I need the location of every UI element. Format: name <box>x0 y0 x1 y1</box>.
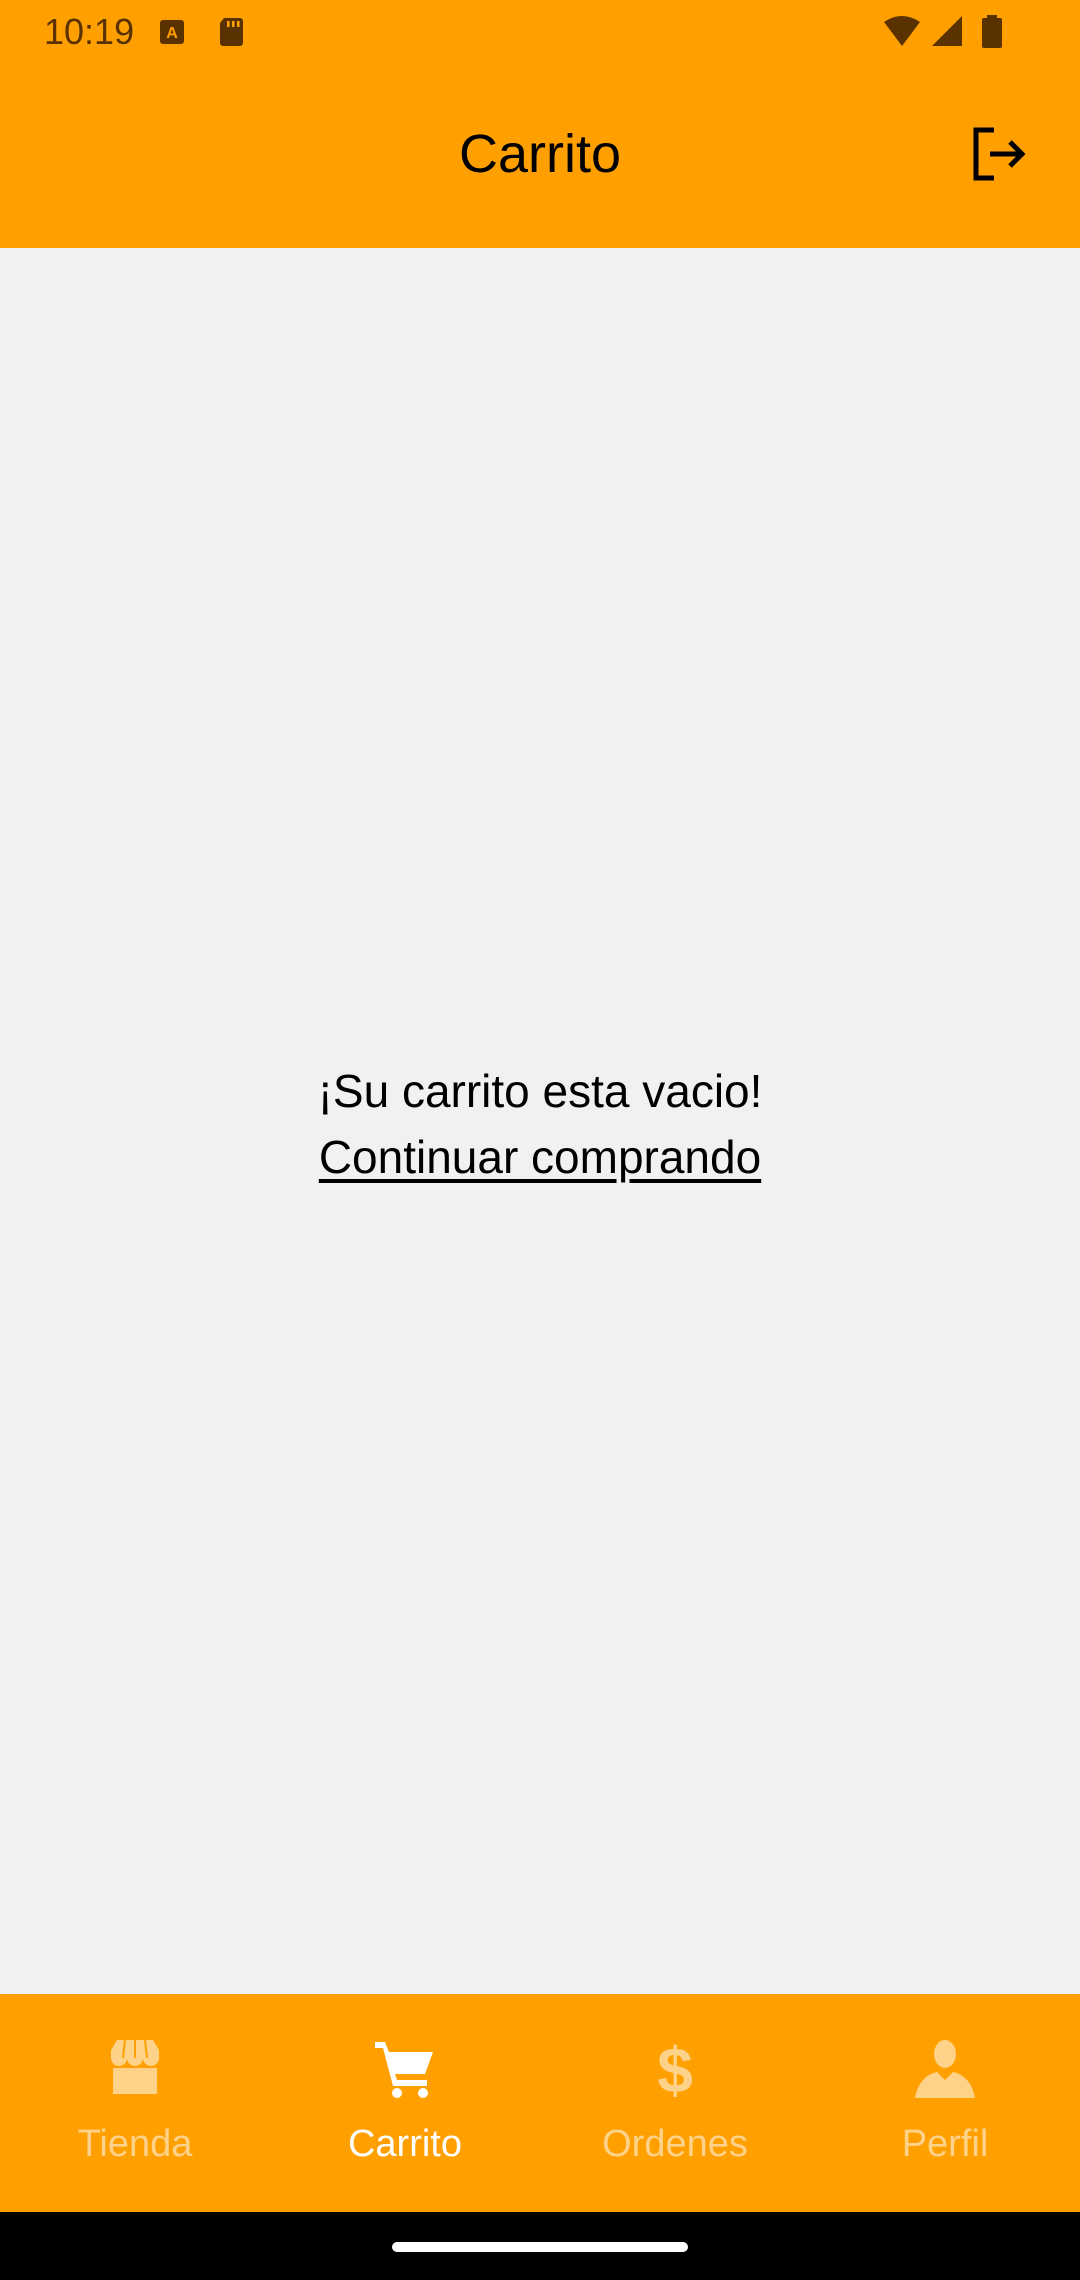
page-title: Carrito <box>458 124 622 184</box>
home-indicator[interactable] <box>392 2242 688 2252</box>
system-nav-bar <box>0 2212 1080 2280</box>
store-icon <box>111 2039 159 2094</box>
empty-cart-message: ¡Su carrito esta vacio! <box>317 1065 763 1117</box>
signal-icon <box>928 14 964 50</box>
status-bar: 10:19 A <box>0 0 1080 66</box>
continue-shopping-link[interactable]: Continuar comprando <box>319 1124 761 1190</box>
nav-item-carrito[interactable]: Carrito <box>270 1994 540 2212</box>
nav-label-carrito: Carrito <box>347 2123 463 2165</box>
dollar-icon: $ <box>657 2036 693 2100</box>
cart-content: ¡Su carrito esta vacio! Continuar compra… <box>0 248 1080 1994</box>
logout-button[interactable] <box>966 122 1030 186</box>
nav-item-perfil[interactable]: Perfil <box>810 1994 1080 2212</box>
cart-icon <box>375 2042 433 2098</box>
nav-label-ordenes: Ordenes <box>602 2123 748 2165</box>
nav-item-tienda[interactable]: Tienda <box>0 1994 270 2212</box>
bottom-nav: Tienda Carrito $ Ordenes Perfil <box>0 1994 1080 2212</box>
nav-item-ordenes[interactable]: $ Ordenes <box>540 1994 810 2212</box>
empty-cart-block: ¡Su carrito esta vacio! Continuar compra… <box>0 1058 1080 1190</box>
logout-icon <box>973 127 1026 181</box>
app-bar: Carrito <box>0 66 1080 248</box>
sd-card-icon <box>214 14 250 50</box>
status-time: 10:19 <box>44 11 135 52</box>
svg-text:$: $ <box>657 2036 693 2100</box>
nav-label-perfil: Perfil <box>901 2123 989 2165</box>
nav-label-tienda: Tienda <box>77 2123 193 2165</box>
a-notification-icon: A <box>156 14 192 50</box>
battery-icon <box>978 14 1006 50</box>
wifi-icon <box>882 14 922 50</box>
svg-text:A: A <box>166 25 178 42</box>
app-screen: 10:19 A Carrito ¡Su carrito esta vacio! … <box>0 0 1080 2280</box>
person-icon <box>915 2040 975 2098</box>
